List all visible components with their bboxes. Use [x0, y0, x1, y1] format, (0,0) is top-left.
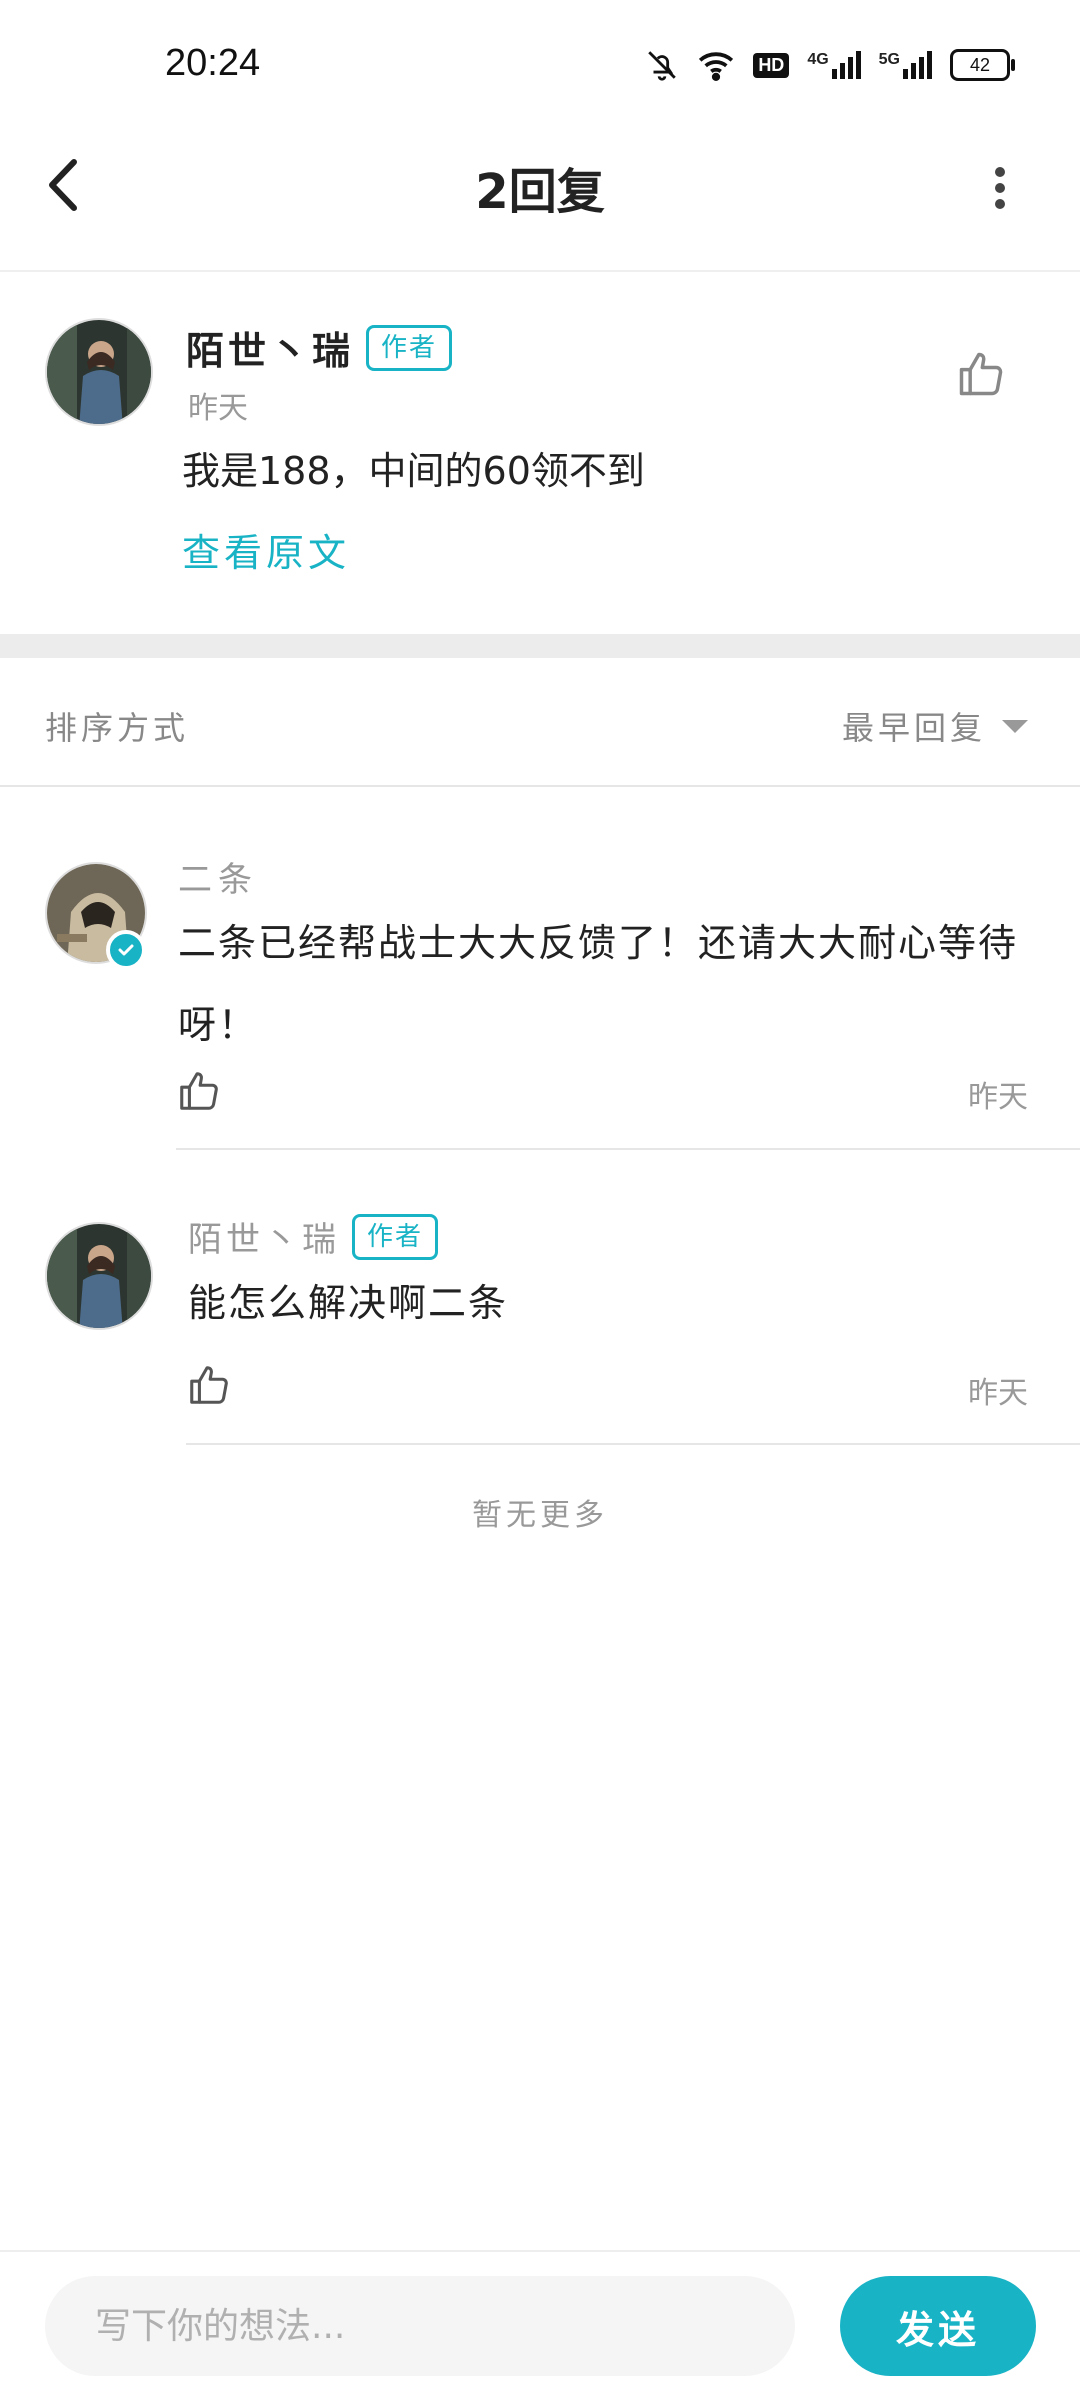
bell-off-icon	[648, 51, 677, 81]
signal-4g-icon: 4G	[807, 51, 861, 79]
sort-divider	[0, 785, 1080, 787]
reply-time: 昨天	[968, 1376, 1028, 1411]
verified-badge-icon	[106, 930, 146, 970]
author-name[interactable]: 陌世丶瑞 作者	[186, 320, 453, 375]
author-name-text: 陌世丶瑞	[186, 329, 355, 373]
reply-author-name: 陌世丶瑞	[188, 1220, 340, 1260]
comment-input[interactable]	[45, 2276, 795, 2376]
page-title: 2回复	[475, 164, 605, 220]
reply-author-name[interactable]: 二条	[178, 852, 258, 901]
sort-label: 排序方式	[45, 709, 190, 747]
header-divider	[0, 270, 1080, 272]
reply-text: 能怎么解决啊二条	[188, 1281, 509, 1325]
composer-divider	[0, 2250, 1080, 2252]
wifi-icon	[699, 52, 734, 81]
status-time: 20:24	[165, 42, 261, 84]
thumbs-up-icon[interactable]	[176, 1068, 222, 1114]
reply-author[interactable]: 陌世丶瑞 作者	[188, 1212, 439, 1261]
reply-divider	[186, 1443, 1080, 1445]
thumbs-up-icon[interactable]	[955, 348, 1007, 400]
thumbs-up-icon[interactable]	[186, 1362, 232, 1408]
more-icon[interactable]	[985, 160, 1015, 216]
post-time: 昨天	[188, 391, 248, 426]
sort-selected: 最早回复	[841, 709, 986, 747]
send-button[interactable]: 发送	[840, 2276, 1036, 2376]
dropdown-arrow-icon	[1002, 720, 1028, 733]
reply-time: 昨天	[968, 1080, 1028, 1115]
hd-icon: HD	[753, 52, 790, 78]
post-text: 我是188，中间的60领不到	[182, 449, 645, 493]
section-separator	[0, 634, 1080, 658]
battery-indicator: 42	[950, 49, 1015, 81]
status-icons: HD 4G 5G 42	[645, 48, 1015, 82]
sort-dropdown[interactable]: 最早回复	[842, 703, 1028, 749]
reply-text: 二条已经帮战士大大反馈了！还请大大耐心等待呀！	[178, 921, 1019, 1047]
avatar-image	[47, 1224, 151, 1328]
reply-divider	[176, 1148, 1080, 1150]
avatar[interactable]	[45, 318, 153, 426]
view-original-link[interactable]: 查看原文	[182, 522, 350, 577]
no-more-text: 暂无更多	[472, 1498, 608, 1533]
author-tag: 作者	[366, 324, 453, 371]
reply-avatar[interactable]	[45, 1222, 153, 1330]
author-tag: 作者	[352, 1213, 439, 1260]
signal-5g-icon: 5G	[879, 51, 932, 79]
avatar-image	[47, 320, 151, 424]
